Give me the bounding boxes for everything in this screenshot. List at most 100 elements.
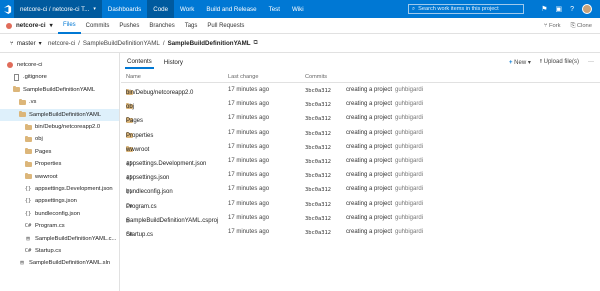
flag-icon[interactable]: ⚑: [541, 5, 547, 13]
tree-item[interactable]: {} appsettings.json: [0, 195, 119, 207]
commit-author: guhbigardi: [395, 129, 424, 136]
commit-id[interactable]: 3bc0a312: [305, 159, 331, 165]
last-change: 17 minutes ago: [228, 143, 270, 150]
tree-item[interactable]: .gitignore: [0, 71, 119, 83]
table-row[interactable]: Properties 17 minutes ago 3bc0a312 creating…: [121, 127, 600, 141]
commit-message[interactable]: creating a project: [346, 87, 392, 93]
clone-icon: ⎘: [570, 22, 576, 29]
commit-message[interactable]: creating a project: [346, 172, 392, 178]
tree-item-label: bin/Debug/netcoreapp2.0: [35, 124, 101, 130]
tree-item[interactable]: wwwroot: [0, 171, 119, 183]
branch-name: master: [16, 39, 36, 47]
fork-button[interactable]: ⑂ Fork: [544, 23, 561, 29]
plus-icon: +: [508, 59, 513, 66]
tree-item[interactable]: {} appsettings.Development.json: [0, 183, 119, 195]
table-row[interactable]: bin/Debug/netcoreapp2.0 17 minutes ago 3bc…: [121, 84, 600, 98]
commit-author: guhbigardi: [395, 143, 424, 150]
breadcrumb-item[interactable]: SampleBuildDefinitionYAML: [83, 40, 160, 47]
tree-item[interactable]: C# Startup.cs: [0, 245, 119, 257]
table-row[interactable]: wwwroot 17 minutes ago 3bc0a312 creating a …: [121, 141, 600, 155]
folder-icon: [24, 135, 32, 142]
commit-id[interactable]: 3bc0a312: [305, 216, 331, 222]
table-row[interactable]: Pages 17 minutes ago 3bc0a312 creating a pr…: [121, 112, 600, 126]
tree-item[interactable]: ▤ SampleBuildDefinitionYAML.sln: [0, 257, 119, 269]
user-avatar[interactable]: [582, 4, 592, 14]
search-box[interactable]: ⌕ Search work items in this project: [408, 4, 524, 14]
tree-item[interactable]: Pages: [0, 146, 119, 158]
vsts-logo-icon[interactable]: [0, 0, 14, 18]
table-row[interactable]: C# Startup.cs 17 minutes ago 3bc0a312 creati…: [121, 226, 600, 240]
nav-test[interactable]: Test: [263, 0, 286, 18]
commit-id[interactable]: 3bc0a312: [305, 102, 331, 108]
file-name: Startup.cs: [126, 232, 154, 238]
tab-pushes[interactable]: Pushes: [114, 18, 144, 34]
nav-build-and-release[interactable]: Build and Release: [200, 0, 262, 18]
table-row[interactable]: obj 17 minutes ago 3bc0a312 creating a proj…: [121, 98, 600, 112]
nav-code[interactable]: Code: [147, 0, 175, 18]
commit-id[interactable]: 3bc0a312: [305, 88, 331, 94]
commit-message[interactable]: creating a project: [346, 215, 392, 221]
tab-commits[interactable]: Commits: [81, 18, 115, 34]
breadcrumb-item[interactable]: netcore-ci: [48, 40, 75, 47]
tab-contents[interactable]: Contents: [125, 56, 154, 69]
clone-button[interactable]: ⎘ Clone: [571, 23, 592, 30]
tree-item[interactable]: obj: [0, 133, 119, 145]
commit-id[interactable]: 3bc0a312: [305, 131, 331, 137]
nav-wiki[interactable]: Wiki: [286, 0, 310, 18]
tree-item[interactable]: C# Program.cs: [0, 220, 119, 232]
commit-id[interactable]: 3bc0a312: [305, 230, 331, 236]
clone-label: Clone: [576, 22, 592, 29]
commit-message[interactable]: creating a project: [346, 201, 392, 207]
commit-id[interactable]: 3bc0a312: [305, 187, 331, 193]
tab-branches[interactable]: Branches: [144, 18, 179, 34]
nav-dashboards[interactable]: Dashboards: [102, 0, 147, 18]
new-button[interactable]: + New ▾: [509, 59, 531, 66]
column-name[interactable]: Name: [126, 74, 141, 80]
repo-icon: [7, 62, 13, 68]
copy-path-icon[interactable]: ⧉: [254, 39, 258, 47]
commit-message[interactable]: creating a project: [346, 186, 392, 192]
table-row[interactable]: C# Program.cs 17 minutes ago 3bc0a312 creati…: [121, 198, 600, 212]
project-selector[interactable]: netcore-ci / netcore-ci T... ▾: [14, 0, 102, 18]
tree-item[interactable]: ▤ SampleBuildDefinitionYAML.c...: [0, 233, 119, 245]
upload-button[interactable]: ⭱ Upload file(s): [540, 57, 579, 67]
file-name: obj: [126, 104, 135, 111]
tree-item[interactable]: .vs: [0, 96, 119, 108]
tab-pull-requests[interactable]: Pull Requests: [202, 18, 249, 34]
tab-tags[interactable]: Tags: [180, 18, 203, 34]
commit-message[interactable]: creating a project: [346, 101, 392, 107]
commit-message[interactable]: creating a project: [346, 130, 392, 136]
branch-selector[interactable]: ⑂ master ▾: [0, 40, 48, 47]
folder-icon: [12, 86, 20, 93]
commit-message[interactable]: creating a project: [346, 115, 392, 121]
commit-message[interactable]: creating a project: [346, 158, 392, 164]
tree-item[interactable]: {} bundleconfig.json: [0, 208, 119, 220]
tree-item[interactable]: SampleBuildDefinitionYAML: [0, 108, 119, 121]
table-row[interactable]: {} appsettings.json 17 minutes ago 3bc0a312…: [121, 169, 600, 183]
tab-files[interactable]: Files: [58, 18, 81, 34]
repo-selector[interactable]: netcore-ci ▾: [0, 22, 58, 29]
tree-item[interactable]: SampleBuildDefinitionYAML: [0, 84, 119, 96]
tree-item-icon: [24, 160, 32, 167]
commit-id[interactable]: 3bc0a312: [305, 116, 331, 122]
more-options-icon[interactable]: ···: [588, 59, 594, 65]
commit-message[interactable]: creating a project: [346, 144, 392, 150]
file-name: wwwroot: [126, 146, 150, 153]
tree-item-label: .gitignore: [23, 74, 47, 81]
commit-message[interactable]: creating a project: [346, 229, 392, 235]
table-row[interactable]: ▤ SampleBuildDefinitionYAML.csproj 17 minu…: [121, 212, 600, 226]
nav-work[interactable]: Work: [174, 0, 200, 18]
commit-id[interactable]: 3bc0a312: [305, 202, 331, 208]
tree-item[interactable]: Properties: [0, 158, 119, 170]
help-icon[interactable]: ?: [570, 6, 574, 13]
tree-item[interactable]: bin/Debug/netcoreapp2.0: [0, 121, 119, 133]
commit-id[interactable]: 3bc0a312: [305, 173, 331, 179]
column-last-change[interactable]: Last change: [228, 74, 258, 80]
commit-id[interactable]: 3bc0a312: [305, 145, 331, 151]
tree-item[interactable]: netcore-ci: [0, 59, 119, 71]
tab-history[interactable]: History: [162, 56, 185, 69]
column-commits[interactable]: Commits: [305, 74, 327, 80]
table-row[interactable]: {} appsettings.Development.json 17 minutes…: [121, 155, 600, 169]
table-row[interactable]: {} bundleconfig.json 17 minutes ago 3bc0a31…: [121, 183, 600, 197]
bag-icon[interactable]: ▣: [555, 5, 562, 13]
